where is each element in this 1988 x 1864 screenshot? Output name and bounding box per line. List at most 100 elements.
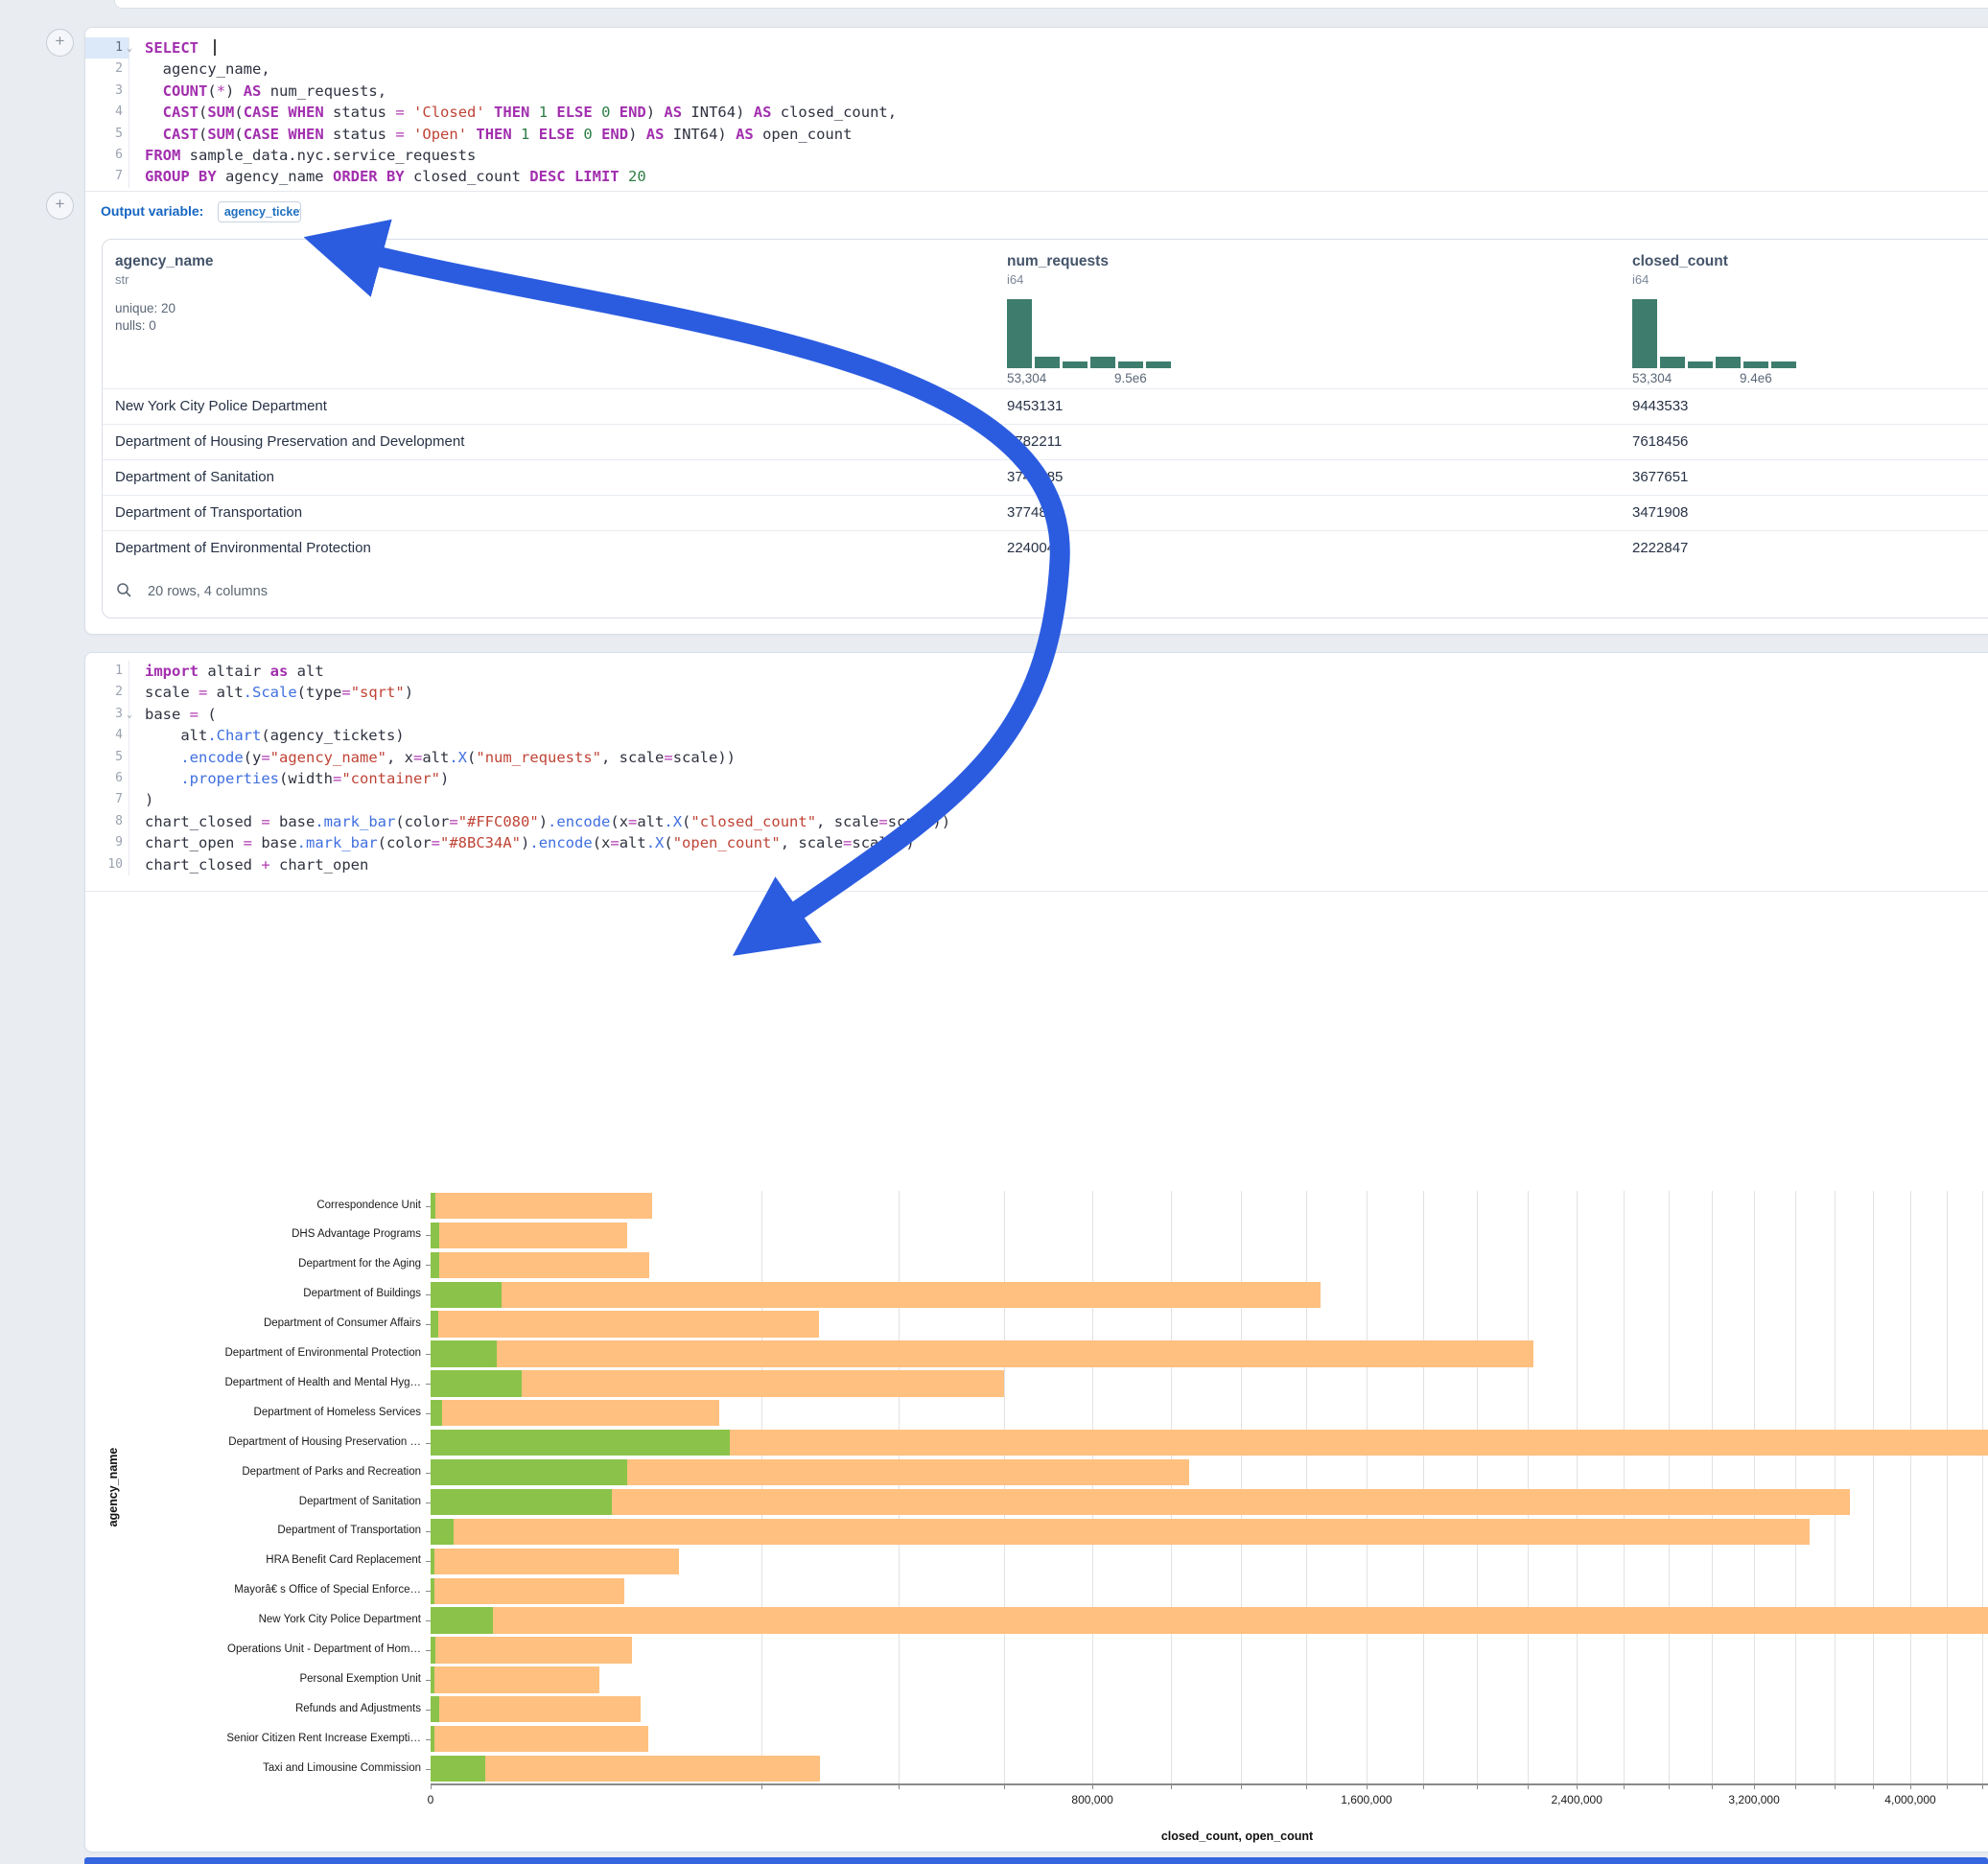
code-token: 'Closed' [413, 104, 485, 121]
code-token: = [878, 813, 887, 830]
code-token: GROUP BY [145, 168, 217, 185]
search-icon[interactable] [116, 582, 132, 598]
table-row[interactable]: Department of Housing Preservation and D… [103, 424, 1988, 460]
code-text: chart_open = base.mark_bar(color="#8BC34… [129, 832, 915, 853]
column-type: str [115, 272, 214, 287]
code-token [145, 104, 163, 121]
code-token: .properties [180, 770, 279, 787]
code-token: = [333, 770, 341, 787]
table-row[interactable]: New York City Police Department945313194… [103, 388, 1988, 425]
add-cell-button-top[interactable]: + [46, 29, 74, 57]
code-token: ) [646, 104, 665, 121]
code-token [199, 39, 207, 57]
code-token: = [413, 749, 422, 766]
code-token [529, 104, 538, 121]
sql-code-line[interactable]: 1⌄SELECT [85, 37, 1988, 58]
code-token: "open_count" [673, 834, 781, 851]
code-token: .Scale [244, 684, 297, 701]
code-token: agency_name, [145, 60, 270, 78]
python-code-line[interactable]: 9chart_open = base.mark_bar(color="#8BC3… [85, 832, 1988, 853]
code-token: SELECT [145, 39, 199, 57]
code-token [145, 749, 180, 766]
code-token: = [610, 834, 619, 851]
code-token: .encode [548, 813, 610, 830]
code-token: = [843, 834, 852, 851]
table-row[interactable]: Department of Environmental Protection22… [103, 530, 1988, 567]
output-variable-badge[interactable]: agency_tickets [218, 201, 301, 222]
python-code-line[interactable]: 6 .properties(width="container") [85, 768, 1988, 789]
python-code-line[interactable]: 2scale = alt.Scale(type="sqrt") [85, 682, 1988, 703]
code-text: GROUP BY agency_name ORDER BY closed_cou… [129, 166, 646, 187]
code-text: SELECT [129, 37, 216, 58]
column-histogram [1007, 299, 1171, 368]
code-token [405, 104, 413, 121]
code-token: END [620, 104, 646, 121]
code-text: agency_name, [129, 58, 270, 80]
code-token [405, 126, 413, 143]
code-token [467, 126, 476, 143]
previous-cell-fragment [114, 0, 1988, 9]
histogram-bar [1771, 361, 1796, 368]
code-token [512, 126, 521, 143]
python-code-editor[interactable]: 1import altair as alt2scale = alt.Scale(… [85, 661, 1988, 875]
code-token: .mark_bar [315, 813, 395, 830]
code-token: alt [637, 813, 664, 830]
code-token: AS [646, 126, 665, 143]
add-cell-button-output[interactable]: + [46, 192, 74, 220]
code-token: "container" [341, 770, 440, 787]
table-row[interactable]: Department of Sanitation37494853677651 [103, 459, 1988, 496]
fold-caret-icon[interactable]: ⌄ [127, 705, 132, 726]
code-token: SUM [207, 126, 234, 143]
code-token: altair [199, 663, 270, 680]
code-token: "num_requests" [476, 749, 601, 766]
sql-code-line[interactable]: 6FROM sample_data.nyc.service_requests [85, 145, 1988, 166]
code-text: scale = alt.Scale(type="sqrt") [129, 682, 413, 703]
python-code-line[interactable]: 5 .encode(y="agency_name", x=alt.X("num_… [85, 747, 1988, 768]
histogram-bar [1118, 361, 1143, 368]
code-token: AS [244, 82, 262, 100]
sql-code-editor[interactable]: 1⌄SELECT 2 agency_name,3 COUNT(*) AS num… [85, 37, 1988, 188]
fold-caret-icon[interactable]: ⌄ [127, 38, 132, 59]
table-cell: 3471908 [1632, 504, 1688, 521]
code-token: closed_count [405, 168, 530, 185]
code-token: + [261, 856, 269, 874]
code-text: COUNT(*) AS num_requests, [129, 81, 386, 102]
histogram-bar [1716, 357, 1741, 368]
sql-code-line[interactable]: 4 CAST(SUM(CASE WHEN status = 'Closed' T… [85, 102, 1988, 123]
sql-cell-divider [85, 191, 1988, 192]
python-code-line[interactable]: 4 alt.Chart(agency_tickets) [85, 725, 1988, 746]
sql-code-line[interactable]: 7GROUP BY agency_name ORDER BY closed_co… [85, 166, 1988, 187]
code-token: = [449, 813, 457, 830]
sql-code-line[interactable]: 5 CAST(SUM(CASE WHEN status = 'Open' THE… [85, 124, 1988, 145]
code-token [566, 168, 574, 185]
code-token: (x [593, 834, 611, 851]
python-code-line[interactable]: 10chart_closed + chart_open [85, 854, 1988, 875]
line-number: 2 [85, 682, 129, 703]
code-token: CAST [163, 104, 199, 121]
code-token: 1 [539, 104, 548, 121]
code-token: base [270, 813, 316, 830]
code-token: = [628, 813, 637, 830]
code-token: SUM [207, 104, 234, 121]
sql-code-line[interactable]: 3 COUNT(*) AS num_requests, [85, 81, 1988, 102]
code-token: .X [449, 749, 467, 766]
code-token: (color [395, 813, 449, 830]
code-token: "#8BC34A" [440, 834, 521, 851]
next-cell-selection-strip[interactable] [84, 1857, 1988, 1864]
table-row[interactable]: Department of Transportation377489234719… [103, 495, 1988, 531]
code-token: chart_open [270, 856, 369, 874]
python-code-line[interactable]: 3⌄base = ( [85, 704, 1988, 725]
table-cell: 2222847 [1632, 540, 1688, 556]
code-token: CASE [244, 126, 279, 143]
line-number: 2 [85, 58, 129, 80]
result-table: agency_namestrunique: 20nulls: 0num_requ… [102, 239, 1988, 618]
code-token: 'Open' [413, 126, 467, 143]
sql-code-line[interactable]: 2 agency_name, [85, 58, 1988, 80]
python-code-line[interactable]: 1import altair as alt [85, 661, 1988, 682]
python-code-line[interactable]: 7) [85, 789, 1988, 810]
column-header-agency_name: agency_namestrunique: 20nulls: 0 [115, 253, 214, 335]
python-code-line[interactable]: 8chart_closed = base.mark_bar(color="#FF… [85, 811, 1988, 832]
code-token: base [252, 834, 297, 851]
line-number: 3 [85, 81, 129, 102]
histogram-bar [1743, 361, 1768, 368]
